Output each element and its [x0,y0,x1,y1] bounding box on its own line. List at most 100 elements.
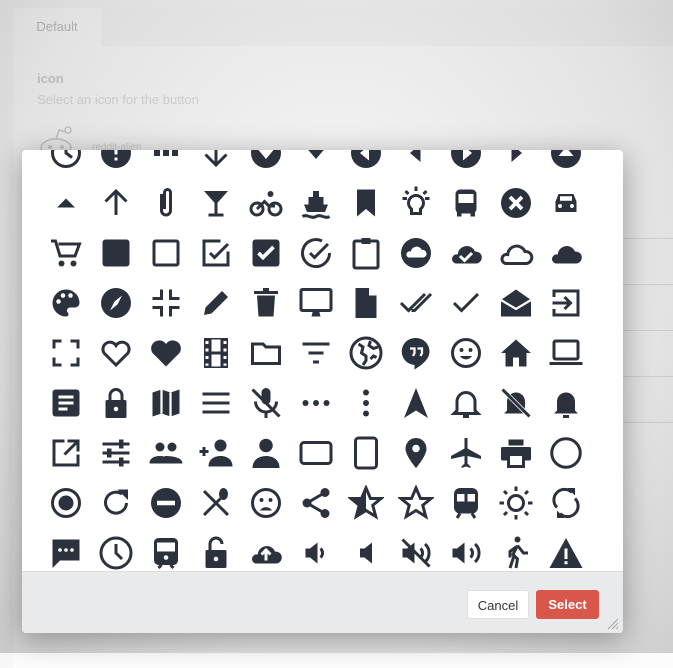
icon-option[interactable] [491,150,541,178]
icon-option[interactable] [541,328,591,378]
icon-option[interactable] [191,150,241,178]
icon-option[interactable] [41,528,91,571]
icon-option[interactable] [141,428,191,478]
icon-option[interactable] [341,278,391,328]
select-button[interactable]: Select [536,590,599,619]
icon-option[interactable] [391,428,441,478]
icon-option[interactable] [241,278,291,328]
icon-option[interactable] [91,228,141,278]
icon-option[interactable] [291,328,341,378]
icon-option[interactable] [191,378,241,428]
icon-option[interactable] [391,178,441,228]
icon-option[interactable] [391,378,441,428]
icon-option[interactable] [141,478,191,528]
icon-option[interactable] [541,228,591,278]
icon-option[interactable] [391,150,441,178]
icon-option[interactable] [441,150,491,178]
icon-option[interactable] [441,528,491,571]
icon-option[interactable] [491,378,541,428]
icon-option[interactable] [291,478,341,528]
icon-option[interactable] [341,328,391,378]
icon-option[interactable] [491,478,541,528]
icon-option[interactable] [491,228,541,278]
icon-option[interactable] [91,478,141,528]
icon-option[interactable] [191,528,241,571]
icon-option[interactable] [441,278,491,328]
icon-option[interactable] [241,150,291,178]
icon-option[interactable] [541,528,591,571]
icon-option[interactable] [41,150,91,178]
resize-handle-icon[interactable] [607,618,619,630]
icon-option[interactable] [391,228,441,278]
icon-option[interactable] [191,228,241,278]
icon-option[interactable] [541,478,591,528]
icon-option[interactable] [191,478,241,528]
icon-option[interactable] [441,178,491,228]
icon-option[interactable] [41,428,91,478]
icon-option[interactable] [391,528,441,571]
icon-option[interactable] [91,150,141,178]
icon-option[interactable] [341,150,391,178]
icon-option[interactable] [491,528,541,571]
icon-option[interactable] [291,528,341,571]
icon-option[interactable] [541,178,591,228]
icon-option[interactable] [341,478,391,528]
icon-option[interactable] [91,328,141,378]
icon-option[interactable] [191,328,241,378]
icon-option[interactable] [491,278,541,328]
cancel-button[interactable]: Cancel [467,590,529,619]
icon-option[interactable] [91,528,141,571]
icon-option[interactable] [241,328,291,378]
icon-option[interactable] [191,278,241,328]
icon-option[interactable] [341,228,391,278]
icon-option[interactable] [91,428,141,478]
icon-option[interactable] [141,178,191,228]
icon-option[interactable] [291,178,341,228]
icon-option[interactable] [241,478,291,528]
icon-option[interactable] [441,228,491,278]
icon-option[interactable] [141,278,191,328]
icon-option[interactable] [291,150,341,178]
icon-option[interactable] [141,150,191,178]
icon-option[interactable] [491,428,541,478]
icon-option[interactable] [91,178,141,228]
icon-option[interactable] [541,378,591,428]
icon-option[interactable] [41,378,91,428]
icon-option[interactable] [341,178,391,228]
icon-option[interactable] [541,428,591,478]
icon-option[interactable] [291,278,341,328]
icon-option[interactable] [441,378,491,428]
icon-option[interactable] [391,478,441,528]
icon-option[interactable] [291,428,341,478]
icon-option[interactable] [41,278,91,328]
icon-option[interactable] [141,228,191,278]
icon-option[interactable] [141,378,191,428]
icon-option[interactable] [291,378,341,428]
icon-option[interactable] [341,378,391,428]
icon-option[interactable] [491,178,541,228]
icon-option[interactable] [291,228,341,278]
icon-option[interactable] [391,328,441,378]
icon-option[interactable] [241,428,291,478]
icon-option[interactable] [141,528,191,571]
tab-default[interactable]: Default [13,8,101,46]
icon-option[interactable] [491,328,541,378]
icon-option[interactable] [41,228,91,278]
icon-option[interactable] [241,228,291,278]
icon-option[interactable] [241,178,291,228]
icon-option[interactable] [341,428,391,478]
icon-option[interactable] [441,328,491,378]
icon-option[interactable] [391,278,441,328]
icon-option[interactable] [541,150,591,178]
icon-option[interactable] [341,528,391,571]
icon-option[interactable] [141,328,191,378]
icon-option[interactable] [241,378,291,428]
icon-option[interactable] [41,478,91,528]
icon-option[interactable] [191,178,241,228]
icon-option[interactable] [91,378,141,428]
icon-grid[interactable] [22,150,623,571]
icon-option[interactable] [241,528,291,571]
icon-option[interactable] [191,428,241,478]
icon-option[interactable] [441,428,491,478]
icon-option[interactable] [441,478,491,528]
